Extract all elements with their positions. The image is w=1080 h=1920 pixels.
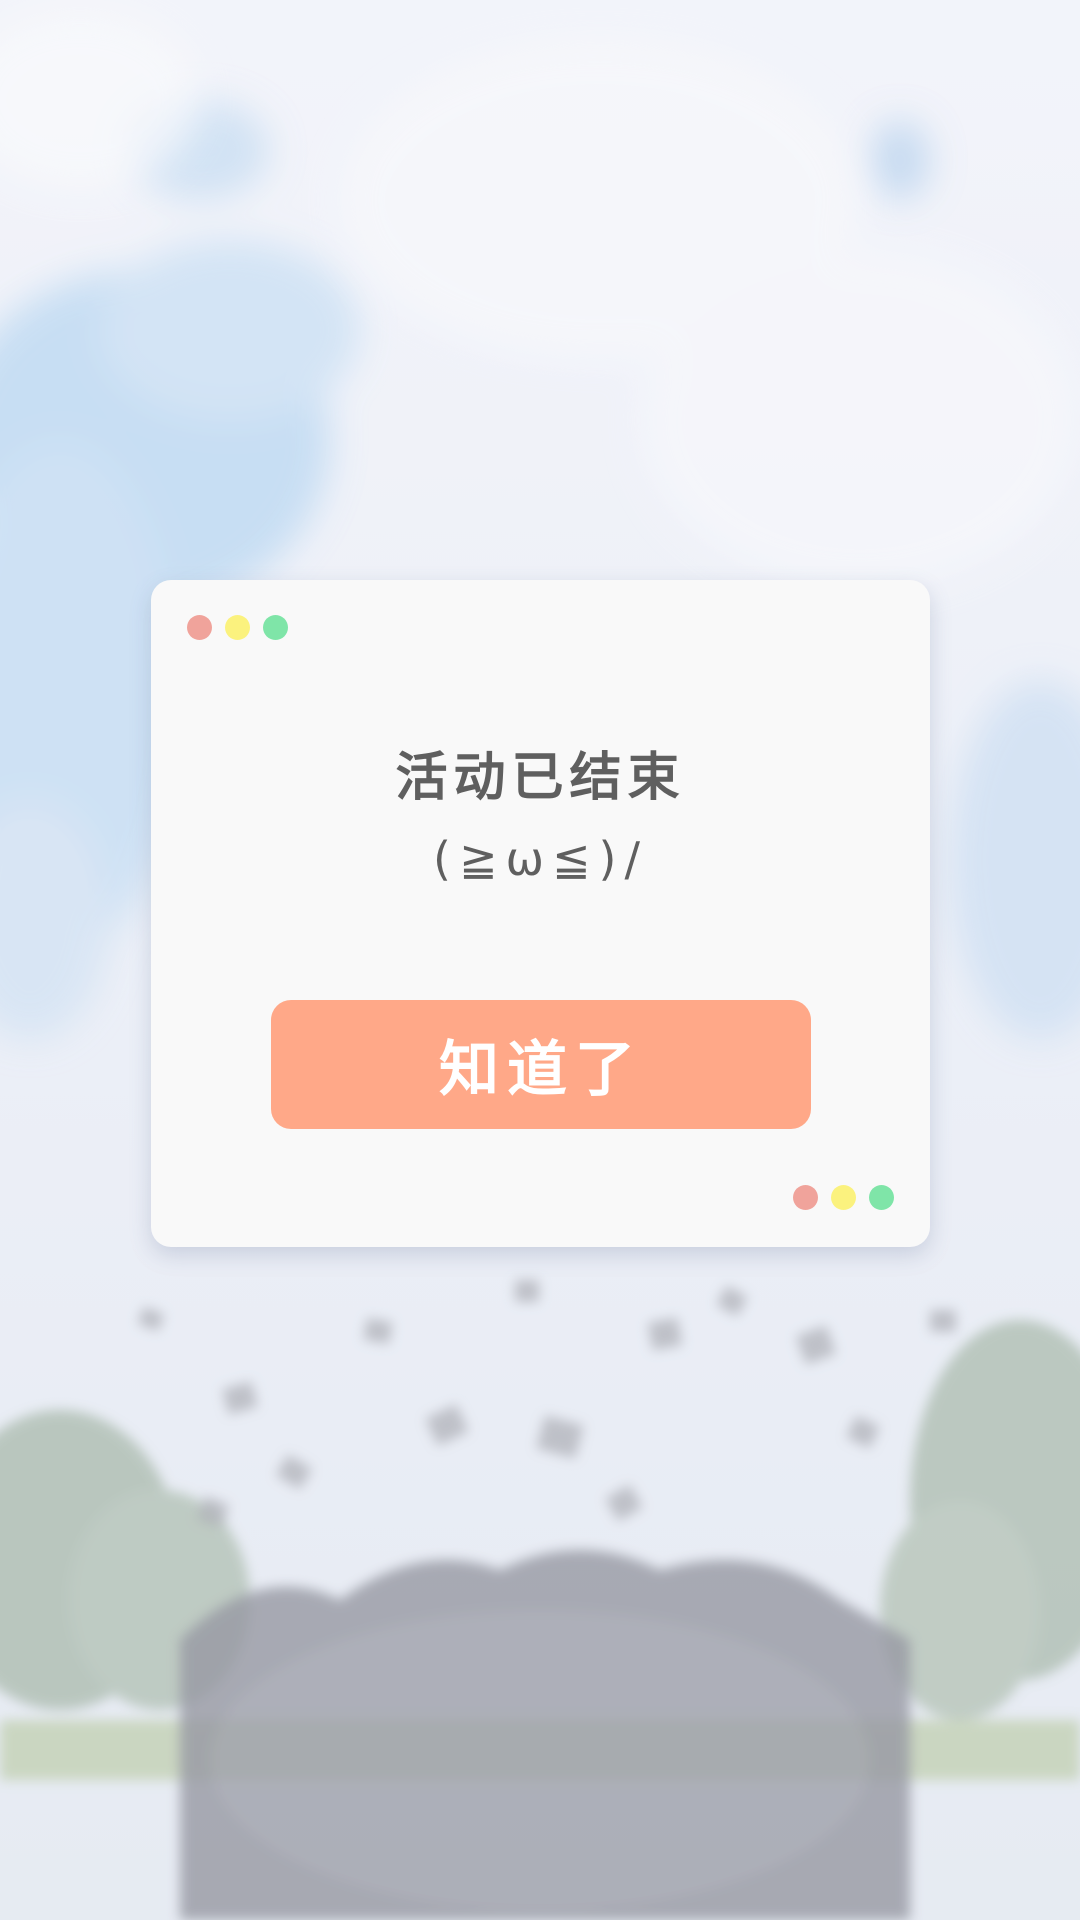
confirm-button[interactable]: 知道了 bbox=[271, 1000, 811, 1129]
dialog-title: 活动已结束 bbox=[395, 748, 686, 808]
green-dot-icon bbox=[263, 615, 288, 640]
activity-ended-dialog: 活动已结束 (≧ω≦)/ 知道了 bbox=[151, 580, 930, 1247]
screen: 活动已结束 (≧ω≦)/ 知道了 bbox=[0, 0, 1080, 1920]
window-dots-top bbox=[187, 615, 288, 640]
red-dot-icon bbox=[187, 615, 212, 640]
red-dot-icon bbox=[793, 1185, 818, 1210]
dialog-kaomoji: (≧ω≦)/ bbox=[433, 832, 648, 886]
green-dot-icon bbox=[869, 1185, 894, 1210]
yellow-dot-icon bbox=[831, 1185, 856, 1210]
yellow-dot-icon bbox=[225, 615, 250, 640]
window-dots-bottom bbox=[793, 1185, 894, 1210]
